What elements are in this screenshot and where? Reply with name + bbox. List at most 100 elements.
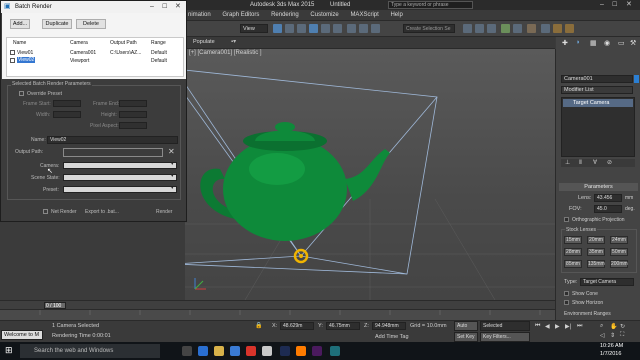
taskbar-search[interactable]: Search the web and Windows xyxy=(20,344,160,358)
zoom-icon[interactable]: ⌕ xyxy=(600,323,603,330)
camera-type-dropdown[interactable]: Target Camera xyxy=(580,278,634,286)
3dsmax-icon[interactable] xyxy=(330,346,340,356)
lens-spinner[interactable]: 43.456 xyxy=(594,194,622,202)
duplicate-button[interactable]: Duplicate xyxy=(42,19,72,29)
menu-help[interactable]: Help xyxy=(385,10,407,21)
stack-item-selected[interactable]: Target Camera xyxy=(563,99,633,107)
fov-nav-icon[interactable]: ◁ xyxy=(600,332,605,339)
show-end-result-icon[interactable]: Ⅱ xyxy=(579,159,582,166)
store-icon[interactable] xyxy=(230,346,240,356)
motion-tab-icon[interactable]: ◉ xyxy=(604,39,610,47)
teapot[interactable] xyxy=(200,122,390,241)
select-object-icon[interactable] xyxy=(273,24,282,33)
export-bat-button[interactable]: Export to .bat... xyxy=(85,209,119,215)
delete-button[interactable]: Delete xyxy=(76,19,106,29)
schematic-icon[interactable] xyxy=(513,24,522,33)
layer-icon[interactable] xyxy=(487,24,496,33)
rotate-icon[interactable] xyxy=(321,24,330,33)
percent-snap-icon[interactable] xyxy=(371,24,380,33)
frame-start-spinner[interactable] xyxy=(53,100,81,107)
maximize-viewport-icon[interactable]: ⛶ xyxy=(620,332,624,339)
utilities-tab-icon[interactable]: ⚒ xyxy=(630,39,636,47)
chrome-icon[interactable] xyxy=(262,346,272,356)
add-time-tag[interactable]: Add Time Tag xyxy=(375,334,409,340)
windows-start-icon[interactable]: ⊞ xyxy=(5,345,13,356)
menu-maxscript[interactable]: MAXScript xyxy=(345,10,383,21)
selection-set-dropdown[interactable]: Create Selection Se xyxy=(403,24,455,33)
fov-spinner[interactable]: 45.0 xyxy=(594,205,622,213)
orbit-icon[interactable]: ↻ xyxy=(620,323,625,330)
lens-24mm-button[interactable]: 24mm xyxy=(610,236,628,244)
auto-key-button[interactable]: Auto Key xyxy=(454,321,478,338)
table-row[interactable]: View01 Camera001 C:\Users\AZ... Default xyxy=(8,49,190,56)
remove-modifier-icon[interactable]: ⊘ xyxy=(607,159,612,166)
menu-graph-editors[interactable]: Graph Editors xyxy=(217,10,264,21)
lens-50mm-button[interactable]: 50mm xyxy=(610,248,628,256)
illustrator-icon[interactable] xyxy=(296,346,306,356)
maximize-icon[interactable]: ☐ xyxy=(162,1,167,13)
minimize-icon[interactable]: – xyxy=(150,1,154,13)
lens-200mm-button[interactable]: 200mm xyxy=(610,260,628,268)
goto-end-icon[interactable]: ⏭ xyxy=(577,323,582,330)
ribbon-toggle-icon[interactable]: ▪▾ xyxy=(231,38,236,45)
column-name[interactable]: Name xyxy=(13,40,26,46)
dolly-icon[interactable]: ⇕ xyxy=(610,332,615,339)
file-explorer-icon[interactable] xyxy=(214,346,224,356)
mirror-icon[interactable] xyxy=(463,24,472,33)
prev-frame-icon[interactable]: ◀ xyxy=(545,323,550,330)
lens-28mm-button[interactable]: 28mm xyxy=(564,248,582,256)
object-color-swatch[interactable] xyxy=(634,75,639,83)
premiere-icon[interactable] xyxy=(312,346,322,356)
edge-icon[interactable] xyxy=(198,346,208,356)
track-bar[interactable] xyxy=(0,309,555,320)
render-button[interactable]: Render xyxy=(156,209,172,215)
align-icon[interactable] xyxy=(475,24,484,33)
output-path-button[interactable] xyxy=(63,148,163,157)
column-output-path[interactable]: Output Path xyxy=(110,40,137,46)
time-slider-handle[interactable]: 0 / 100 xyxy=(44,302,66,309)
scene-state-dropdown[interactable] xyxy=(63,174,177,181)
search-box[interactable]: Type a keyword or phrase xyxy=(388,1,473,9)
ribbon-tab-populate[interactable]: Populate xyxy=(193,39,215,45)
lens-85mm-button[interactable]: 85mm xyxy=(564,260,582,268)
scale-icon[interactable] xyxy=(333,24,342,33)
preset-dropdown[interactable] xyxy=(63,186,177,193)
close-icon[interactable]: ✕ xyxy=(175,1,181,13)
camera-dropdown[interactable] xyxy=(63,162,177,169)
parameters-rollout[interactable]: Parameters xyxy=(559,183,638,191)
curve-editor-icon[interactable] xyxy=(501,24,510,33)
add-button[interactable]: Add... xyxy=(10,19,30,29)
row-enabled-checkbox[interactable] xyxy=(10,58,15,63)
material-editor-icon[interactable] xyxy=(527,24,536,33)
table-row[interactable]: View02 Viewport Default xyxy=(8,57,190,64)
lens-20mm-button[interactable]: 20mm xyxy=(587,236,605,244)
display-tab-icon[interactable]: ▭ xyxy=(618,39,625,47)
time-slider[interactable]: 0 / 100 xyxy=(0,300,555,309)
z-coordinate-field[interactable]: 94.948mm xyxy=(372,322,406,330)
select-by-name-icon[interactable] xyxy=(285,24,294,33)
lens-15mm-button[interactable]: 15mm xyxy=(564,236,582,244)
close-icon[interactable]: ✕ xyxy=(626,0,632,10)
clear-output-icon[interactable]: ✕ xyxy=(168,147,175,156)
height-spinner[interactable] xyxy=(119,111,147,118)
render-frame-icon[interactable] xyxy=(553,24,562,33)
view-dropdown[interactable]: View xyxy=(240,24,268,33)
lens-135mm-button[interactable]: 135mm xyxy=(587,260,605,268)
name-field[interactable]: View02 xyxy=(47,136,178,144)
render-icon[interactable] xyxy=(565,24,574,33)
task-view-icon[interactable] xyxy=(182,346,192,356)
menu-customize[interactable]: Customize xyxy=(305,10,343,21)
object-name-field[interactable]: Camera001 xyxy=(561,75,633,83)
show-cone-checkbox[interactable] xyxy=(564,291,569,296)
make-unique-icon[interactable]: ∀ xyxy=(593,159,597,166)
minimize-icon[interactable]: – xyxy=(600,0,604,10)
render-setup-icon[interactable] xyxy=(541,24,550,33)
move-icon[interactable] xyxy=(309,24,318,33)
menu-rendering[interactable]: Rendering xyxy=(266,10,304,21)
key-filters-button[interactable]: Key Filters... xyxy=(480,332,530,342)
width-spinner[interactable] xyxy=(53,111,81,118)
frame-end-spinner[interactable] xyxy=(119,100,147,107)
column-camera[interactable]: Camera xyxy=(70,40,88,46)
app-icon[interactable] xyxy=(246,346,256,356)
pan-icon[interactable]: ✋ xyxy=(610,323,617,330)
